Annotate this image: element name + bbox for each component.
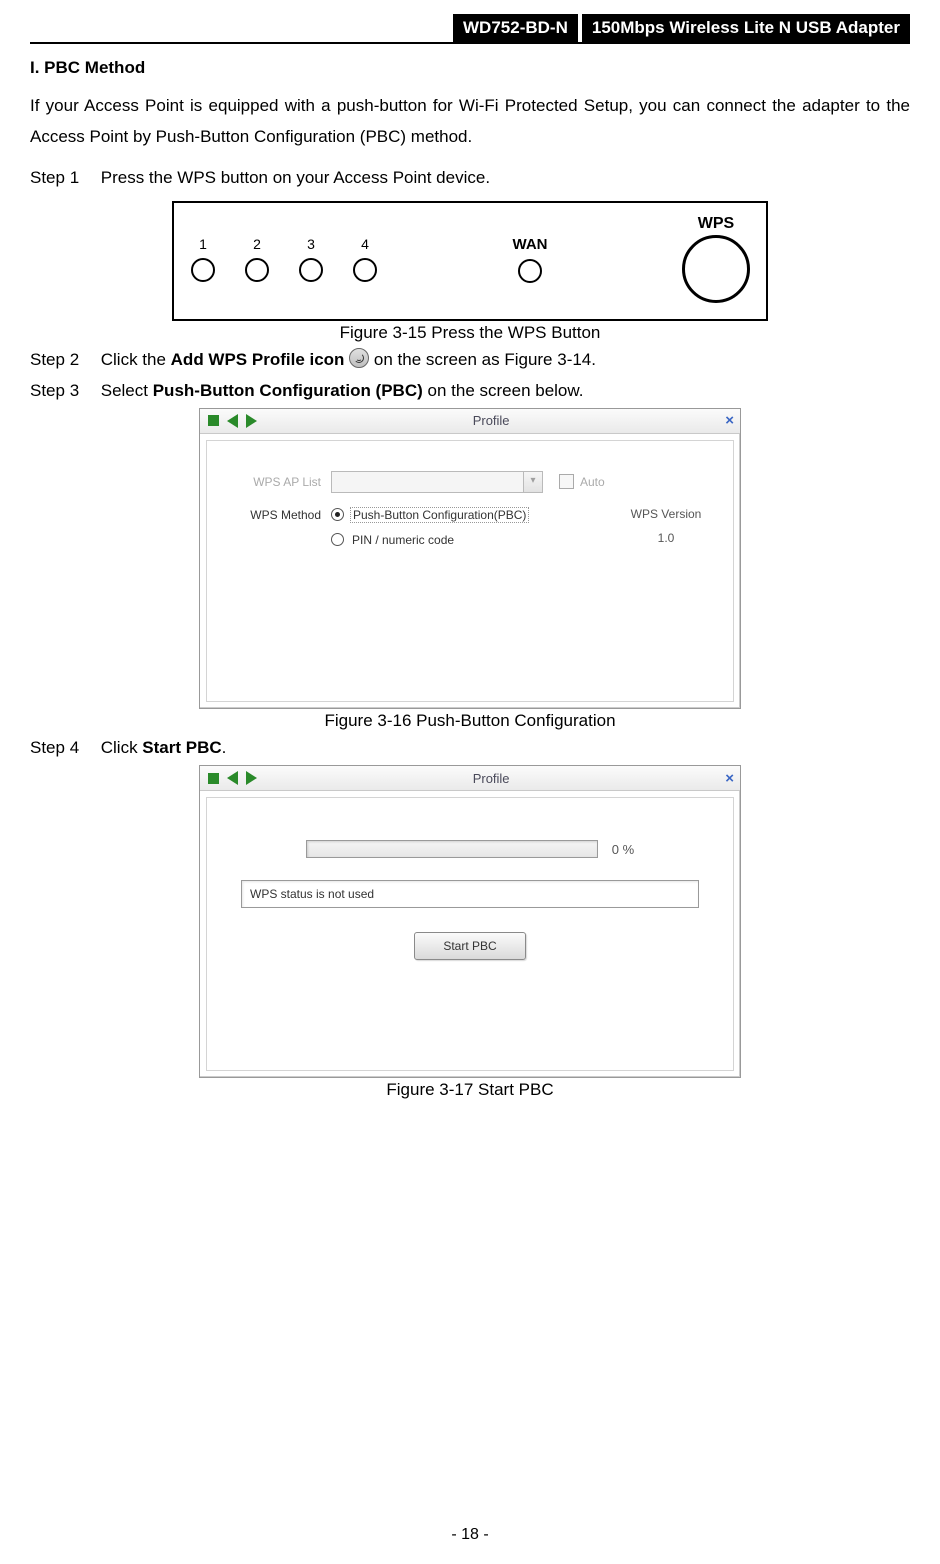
step-3-text-a: Select	[101, 381, 153, 400]
dialog-nav-icons-2	[208, 771, 257, 785]
pbc-option[interactable]: Push-Button Configuration(PBC)	[331, 507, 621, 523]
figure-3-16-caption: Figure 3-16 Push-Button Configuration	[30, 711, 910, 731]
dialog-titlebar-2: Profile ×	[200, 766, 740, 791]
step-1-text: Press the WPS button on your Access Poin…	[101, 168, 490, 187]
wps-version-value: 1.0	[621, 531, 711, 545]
back-icon[interactable]	[227, 414, 238, 428]
page-header: WD752-BD-N 150Mbps Wireless Lite N USB A…	[30, 14, 910, 44]
step-4-text-b: .	[222, 738, 227, 757]
lan-port-1-label: 1	[190, 236, 216, 252]
dialog-titlebar: Profile ×	[200, 409, 740, 434]
header-desc: 150Mbps Wireless Lite N USB Adapter	[582, 14, 910, 42]
step-2-text-b: on the screen as Figure 3-14.	[369, 350, 596, 369]
wps-method-row: WPS Method Push-Button Configuration(PBC…	[229, 507, 711, 557]
step-2: Step 2 Click the Add WPS Profile icon on…	[30, 347, 910, 373]
step-1: Step 1 Press the WPS button on your Acce…	[30, 165, 910, 191]
dialog-nav-icons	[208, 414, 257, 428]
lan-port-2-hole	[245, 258, 269, 282]
step-2-bold: Add WPS Profile icon	[171, 350, 345, 369]
step-3: Step 3 Select Push-Button Configuration …	[30, 378, 910, 404]
wps-ap-list-row: WPS AP List ▾ Auto	[229, 471, 711, 493]
wps-ap-list-value	[332, 472, 523, 492]
step-4-bold: Start PBC	[142, 738, 221, 757]
page-number: - 18 -	[0, 1526, 940, 1544]
pin-option[interactable]: PIN / numeric code	[331, 533, 621, 547]
progress-row: 0 %	[229, 840, 711, 858]
figure-3-17-caption: Figure 3-17 Start PBC	[30, 1080, 910, 1100]
step-3-text-b: on the screen below.	[423, 381, 584, 400]
step-4-text-a: Click	[101, 738, 143, 757]
dialog-body: WPS AP List ▾ Auto WPS Method Push-Butto…	[206, 440, 734, 702]
wps-method-label: WPS Method	[229, 507, 331, 522]
lan-port-group: 1 2 3 4	[190, 236, 378, 282]
wps-version-label: WPS Version	[621, 507, 711, 521]
figure-3-17-dialog: Profile × 0 % WPS status is not used Sta…	[199, 765, 741, 1078]
wps-version-block: WPS Version 1.0	[621, 507, 711, 545]
intro-paragraph: If your Access Point is equipped with a …	[30, 90, 910, 153]
step-1-label: Step 1	[30, 165, 96, 191]
wps-button-label: WPS	[682, 215, 750, 233]
stop-icon-2[interactable]	[208, 773, 219, 784]
wan-port-hole	[518, 259, 542, 283]
close-icon-2[interactable]: ×	[725, 770, 734, 787]
add-wps-profile-icon	[349, 348, 369, 368]
lan-port-4-label: 4	[352, 236, 378, 252]
wps-status-text: WPS status is not used	[250, 887, 374, 901]
figure-3-15-caption: Figure 3-15 Press the WPS Button	[30, 323, 910, 343]
step-4-label: Step 4	[30, 735, 96, 761]
progress-bar	[306, 840, 598, 858]
lan-port-3-label: 3	[298, 236, 324, 252]
wps-status-box: WPS status is not used	[241, 880, 699, 908]
close-icon[interactable]: ×	[725, 412, 734, 429]
chevron-down-icon: ▾	[523, 472, 542, 492]
forward-icon-2[interactable]	[246, 771, 257, 785]
lan-port-2: 2	[244, 236, 270, 282]
start-pbc-button[interactable]: Start PBC	[414, 932, 526, 960]
figure-3-16-dialog: Profile × WPS AP List ▾ Auto WPS Method …	[199, 408, 741, 709]
step-4: Step 4 Click Start PBC.	[30, 735, 910, 761]
wan-port-label: WAN	[513, 236, 548, 253]
wps-button-area: WPS	[682, 215, 750, 303]
lan-port-4-hole	[353, 258, 377, 282]
lan-port-3-hole	[299, 258, 323, 282]
pbc-option-label: Push-Button Configuration(PBC)	[350, 507, 529, 523]
pbc-radio[interactable]	[331, 508, 344, 521]
forward-icon[interactable]	[246, 414, 257, 428]
pin-radio[interactable]	[331, 533, 344, 546]
lan-port-1: 1	[190, 236, 216, 282]
header-model: WD752-BD-N	[453, 14, 578, 42]
dialog-body-2: 0 % WPS status is not used Start PBC	[206, 797, 734, 1071]
wps-ap-list-label: WPS AP List	[229, 475, 331, 489]
lan-port-3: 3	[298, 236, 324, 282]
step-2-label: Step 2	[30, 347, 96, 373]
lan-port-2-label: 2	[244, 236, 270, 252]
progress-percent: 0 %	[612, 842, 634, 857]
wan-port: WAN	[513, 236, 548, 283]
lan-port-1-hole	[191, 258, 215, 282]
auto-label: Auto	[580, 475, 605, 489]
step-2-text-a: Click the	[101, 350, 171, 369]
dialog-title: Profile	[257, 413, 725, 428]
dialog-title-2: Profile	[257, 771, 725, 786]
figure-3-15: 1 2 3 4 WAN WPS	[172, 201, 768, 321]
back-icon-2[interactable]	[227, 771, 238, 785]
wps-button[interactable]	[682, 235, 750, 303]
section-title: I. PBC Method	[30, 58, 910, 78]
lan-port-4: 4	[352, 236, 378, 282]
wps-ap-list-combo: ▾	[331, 471, 543, 493]
stop-icon[interactable]	[208, 415, 219, 426]
step-3-bold: Push-Button Configuration (PBC)	[153, 381, 423, 400]
pin-option-label: PIN / numeric code	[350, 533, 456, 547]
step-3-label: Step 3	[30, 378, 96, 404]
auto-checkbox	[559, 474, 574, 489]
